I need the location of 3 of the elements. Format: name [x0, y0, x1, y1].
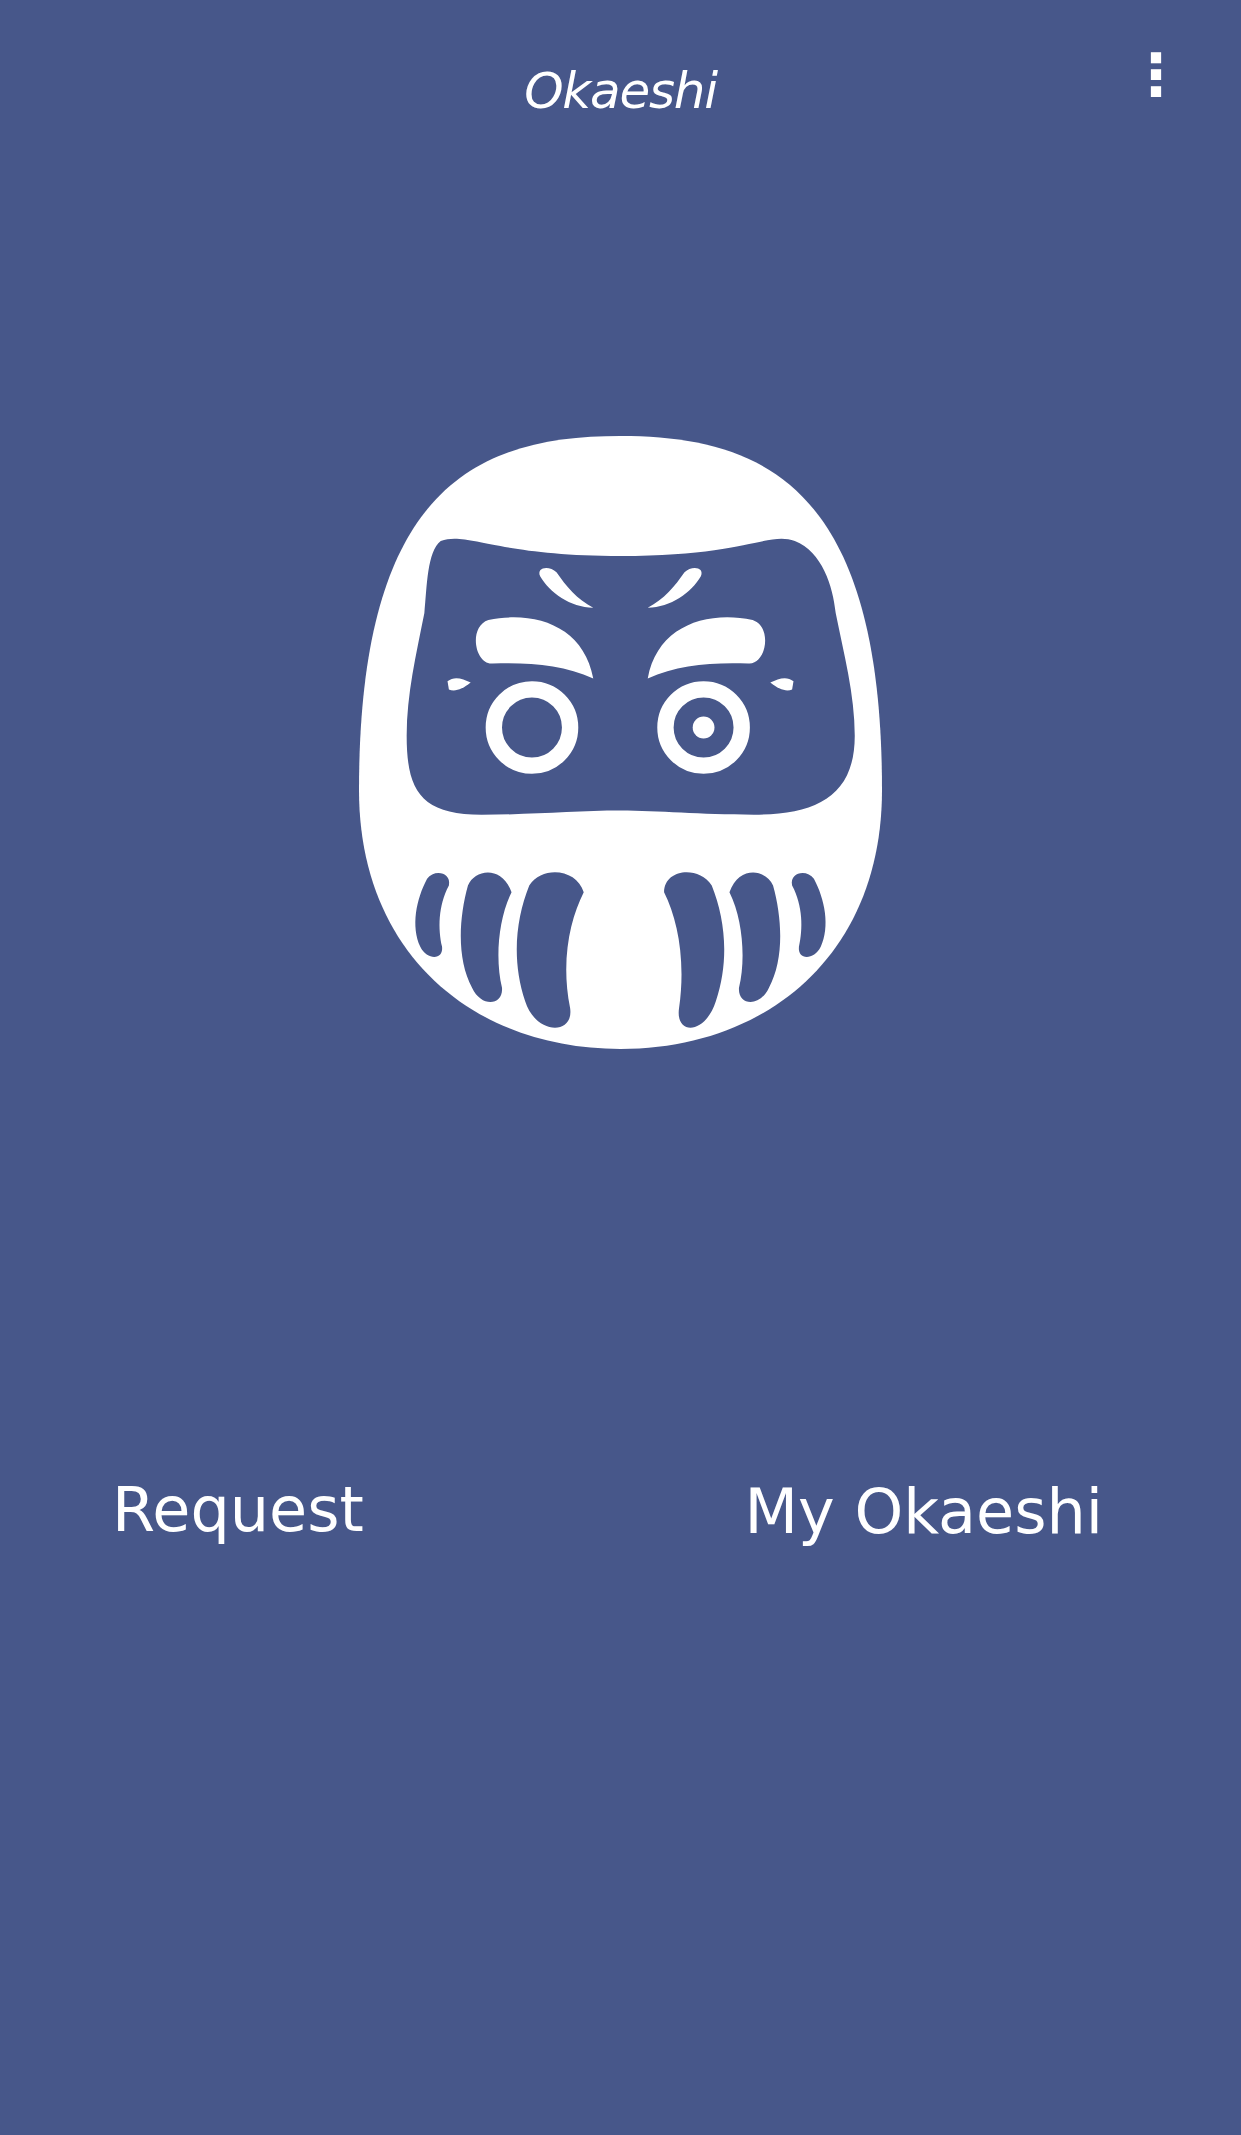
- my-okaeshi-button[interactable]: My Okaeshi: [736, 1465, 1111, 1558]
- app-title: Okaeshi: [524, 60, 717, 122]
- request-button[interactable]: Request: [104, 1461, 372, 1558]
